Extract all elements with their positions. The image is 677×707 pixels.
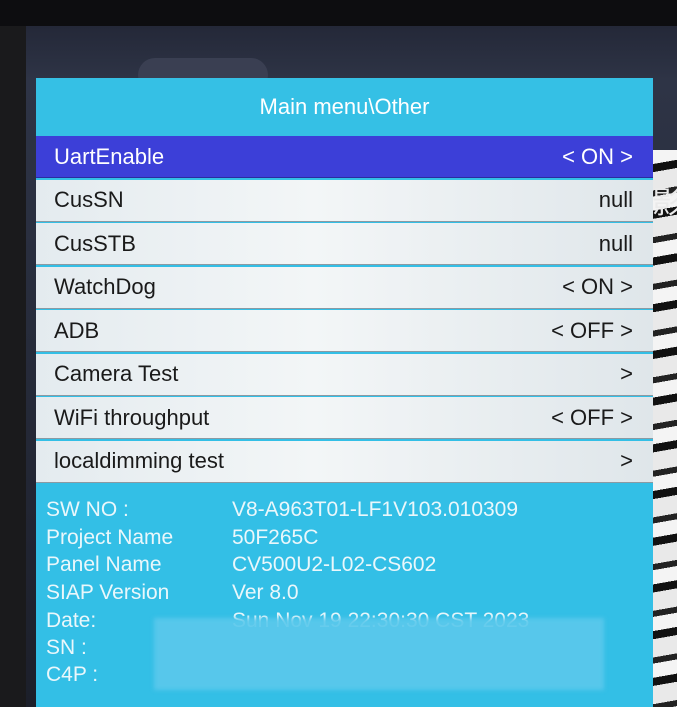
- menu-list: UartEnable < ON > CusSN null CusSTB null…: [36, 136, 653, 484]
- menu-item-value: null: [598, 187, 633, 212]
- menu-item-label: CusSTB: [54, 230, 136, 256]
- menu-item-label: WiFi throughput: [54, 404, 210, 430]
- menu-item-label: localdimming test: [54, 448, 224, 473]
- menu-title: Main menu\Other: [36, 78, 653, 136]
- menu-item-value[interactable]: < OFF >: [551, 405, 633, 431]
- info-row-panel-name: Panel Name CV500U2-L02-CS602: [46, 553, 436, 581]
- menu-item-label: ADB: [54, 317, 100, 343]
- system-info: SW NO : V8-A963T01-LF1V103.010309 Projec…: [36, 490, 653, 707]
- menu-item-label: WatchDog: [54, 274, 156, 299]
- privacy-blur: [154, 618, 604, 690]
- menu-item-value: null: [598, 230, 633, 256]
- menu-item-cus-stb[interactable]: CusSTB null: [36, 223, 653, 265]
- info-row-project-name: Project Name 50F265C: [46, 526, 318, 554]
- menu-item-cus-sn[interactable]: CusSN null: [36, 179, 653, 222]
- menu-item-camera-test[interactable]: Camera Test >: [36, 353, 653, 396]
- menu-item-label: Camera Test: [54, 361, 179, 386]
- info-value: V8-A963T01-LF1V103.010309: [232, 498, 519, 521]
- background-glyph: 影: [652, 186, 677, 221]
- info-label: Project Name: [46, 526, 174, 549]
- tv-bezel: [0, 0, 677, 26]
- info-row-siap-version: SIAP Version Ver 8.0: [46, 581, 299, 609]
- menu-item-label: CusSN: [54, 187, 124, 212]
- menu-item-value[interactable]: < OFF >: [551, 318, 633, 344]
- factory-menu-panel: Main menu\Other UartEnable < ON > CusSN …: [36, 78, 653, 707]
- info-label: SIAP Version: [46, 581, 170, 604]
- menu-item-value[interactable]: < ON >: [562, 144, 633, 170]
- menu-item-watchdog[interactable]: WatchDog < ON >: [36, 266, 653, 309]
- background-scene: [652, 150, 677, 707]
- menu-item-localdimming-test[interactable]: localdimming test >: [36, 440, 653, 483]
- chevron-right-icon[interactable]: >: [620, 448, 633, 474]
- info-value: 50F265C: [232, 526, 319, 549]
- chevron-right-icon[interactable]: >: [620, 361, 633, 387]
- info-value: CV500U2-L02-CS602: [232, 553, 437, 576]
- menu-item-wifi-throughput[interactable]: WiFi throughput < OFF >: [36, 397, 653, 439]
- menu-item-adb[interactable]: ADB < OFF >: [36, 310, 653, 352]
- info-label: Panel Name: [46, 553, 162, 576]
- menu-item-value[interactable]: < ON >: [562, 274, 633, 300]
- menu-item-uart-enable[interactable]: UartEnable < ON >: [36, 136, 653, 178]
- info-value: Ver 8.0: [232, 581, 299, 604]
- info-row-sw-no: SW NO : V8-A963T01-LF1V103.010309: [46, 498, 518, 526]
- info-label: SW NO :: [46, 498, 129, 521]
- menu-item-label: UartEnable: [54, 143, 165, 169]
